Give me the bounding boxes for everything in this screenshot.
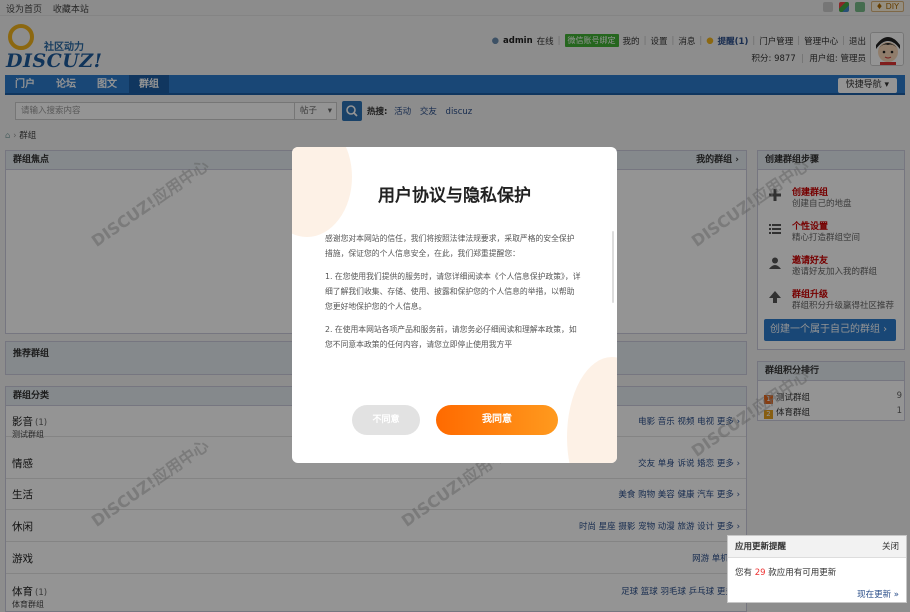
update-now-label: 现在更新 xyxy=(857,590,892,600)
dialog-scrollbar[interactable] xyxy=(612,231,614,303)
close-button[interactable]: 关闭 xyxy=(882,536,899,558)
dialog-title: 用户协议与隐私保护 xyxy=(378,186,531,206)
disagree-button[interactable]: 不同意 xyxy=(352,405,420,435)
privacy-agreement-dialog: 用户协议与隐私保护 感谢您对本网站的信任，我们将按照法律法规要求，采取严格的安全… xyxy=(292,147,617,463)
dialog-paragraph: 感谢您对本网站的信任，我们将按照法律法规要求，采取严格的安全保护措施，保证您的个… xyxy=(325,234,575,258)
notification-title: 应用更新提醒 xyxy=(735,542,787,552)
notification-text: 您有 xyxy=(735,568,753,578)
dialog-body[interactable]: 感谢您对本网站的信任，我们将按照法律法规要求，采取严格的安全保护措施，保证您的个… xyxy=(325,231,581,373)
dialog-paragraph: 1. 在您使用我们提供的服务时，请您详细阅读本《个人信息保护政策》，详细了解我们… xyxy=(325,272,581,311)
notification-body: 您有 29 款应用有可用更新 xyxy=(735,566,836,578)
app-update-notification: 应用更新提醒 关闭 您有 29 款应用有可用更新 现在更新 » xyxy=(727,535,907,603)
notification-text: 款应用有可用更新 xyxy=(768,568,837,578)
notification-header: 应用更新提醒 关闭 xyxy=(728,536,906,558)
update-count: 29 xyxy=(754,568,766,578)
update-now-link[interactable]: 现在更新 » xyxy=(857,588,899,600)
agree-button[interactable]: 我同意 xyxy=(436,405,558,435)
dialog-paragraph: 2. 在使用本网站各项产品和服务前，请您务必仔细阅读和理解本政策，如您不同意本政… xyxy=(325,325,577,349)
